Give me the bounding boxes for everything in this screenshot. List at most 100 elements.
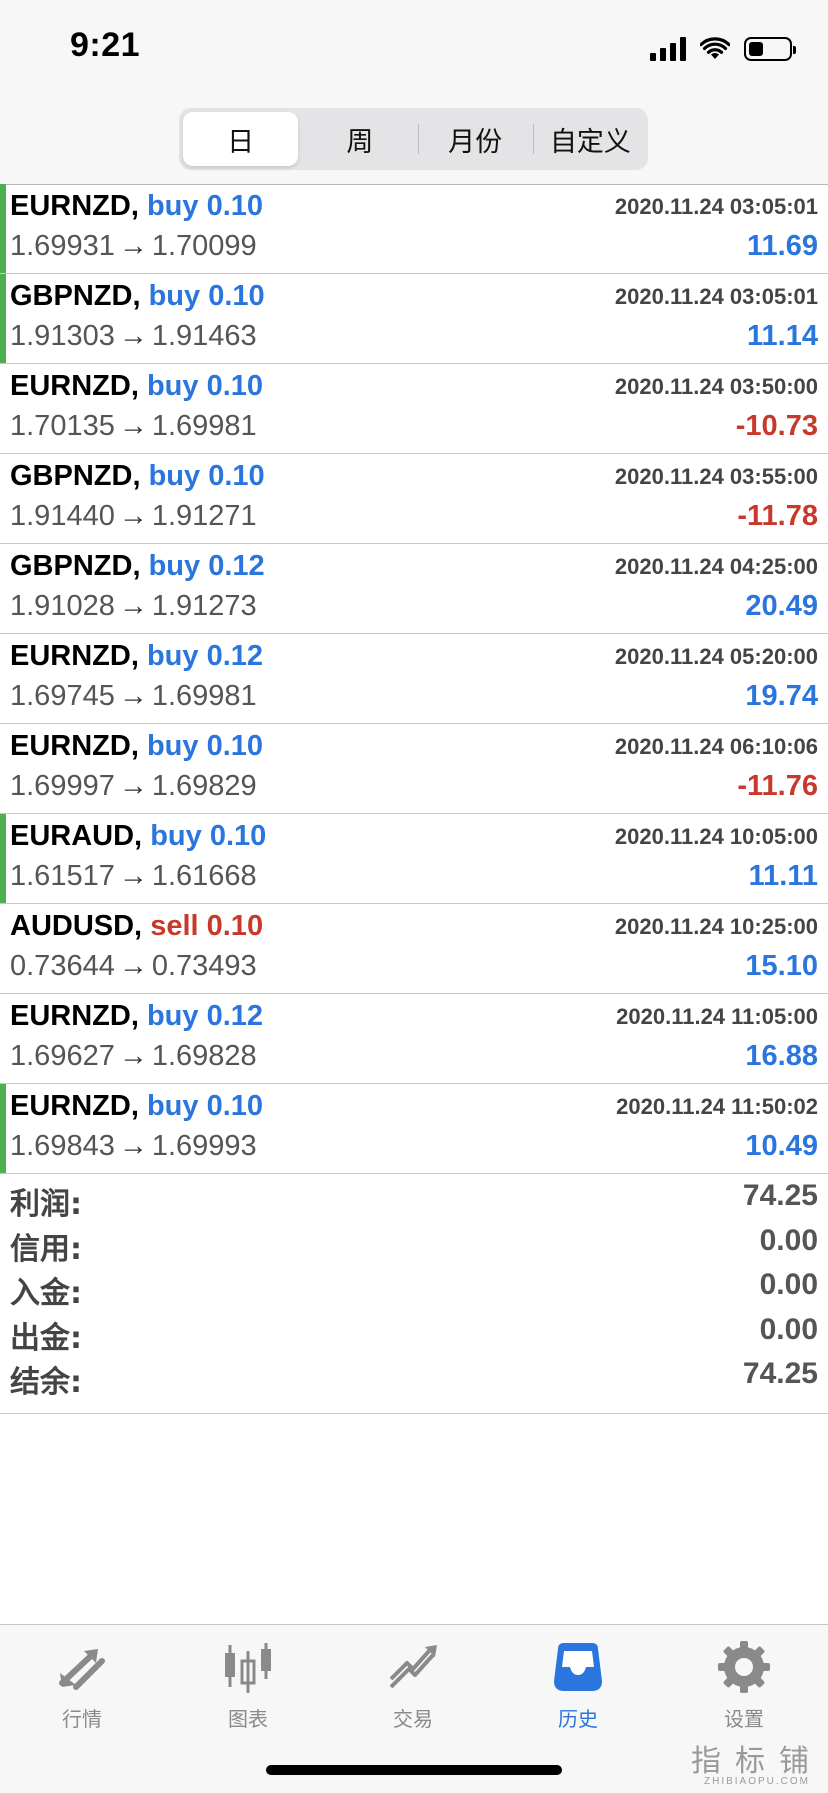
trade-title: EURNZD, buy 0.10 bbox=[10, 1090, 263, 1123]
trade-row[interactable]: GBPNZD, buy 0.10 1.91303 → 1.91463 2020.11.2… bbox=[0, 274, 828, 364]
trade-lot: 0.10 bbox=[208, 460, 265, 492]
trade-row[interactable]: EURNZD, buy 0.10 1.69931 → 1.70099 2020.11.2… bbox=[0, 184, 828, 274]
trade-side: buy bbox=[150, 820, 202, 852]
close-price: 1.91271 bbox=[151, 500, 257, 532]
trade-row[interactable]: AUDUSD, sell 0.10 0.73644 → 0.73493 2020.11.… bbox=[0, 904, 828, 994]
close-price: 1.70099 bbox=[151, 230, 257, 262]
trade-time: 2020.11.24 11:50:02 bbox=[616, 1094, 818, 1119]
trade-row[interactable]: GBPNZD, buy 0.12 1.91028 → 1.91273 2020.11.2… bbox=[0, 544, 828, 634]
trade-side: buy bbox=[148, 550, 201, 582]
summary-value: 74.25 bbox=[742, 1179, 818, 1212]
trade-row[interactable]: EURNZD, buy 0.10 1.70135 → 1.69981 2020.11.2… bbox=[0, 364, 828, 454]
open-price: 1.69997 bbox=[10, 770, 115, 802]
segment-week[interactable]: 周 bbox=[302, 108, 417, 170]
trade-profit: 16.88 bbox=[745, 1040, 818, 1072]
trade-profit: -11.78 bbox=[737, 500, 818, 532]
period-selector-bar: 日 周 月份 自定义 bbox=[0, 96, 828, 185]
summary-label: 出金: bbox=[10, 1320, 82, 1356]
summary-label: 结余: bbox=[10, 1365, 82, 1400]
segment-custom[interactable]: 自定义 bbox=[532, 108, 648, 170]
trade-symbol: GBPNZD, bbox=[10, 280, 141, 312]
summary-label: 利润: bbox=[10, 1187, 82, 1222]
trade-lot: 0.12 bbox=[208, 550, 265, 582]
arrow-right-icon: → bbox=[118, 410, 148, 442]
trade-symbol: EURNZD, bbox=[10, 1000, 139, 1032]
trade-row[interactable]: GBPNZD, buy 0.10 1.91440 → 1.91271 2020.11.2… bbox=[0, 454, 828, 544]
tab-history[interactable]: 历史 bbox=[518, 1639, 638, 1732]
tab-label: 交易 bbox=[393, 1707, 433, 1731]
segment-month[interactable]: 月份 bbox=[417, 108, 533, 170]
trade-side: buy bbox=[148, 280, 201, 312]
open-price: 1.91303 bbox=[10, 320, 115, 352]
trade-lot: 0.10 bbox=[206, 1090, 264, 1122]
trade-side: sell bbox=[150, 910, 199, 942]
close-price: 1.91273 bbox=[151, 590, 257, 622]
history-inbox-icon bbox=[554, 1643, 602, 1691]
trade-time: 2020.11.24 03:55:00 bbox=[614, 464, 818, 489]
arrow-right-icon: → bbox=[118, 950, 148, 982]
open-price: 1.69843 bbox=[10, 1130, 115, 1162]
trade-symbol: EURNZD, bbox=[10, 640, 139, 672]
tab-label: 图表 bbox=[228, 1707, 268, 1731]
trade-symbol: EURNZD, bbox=[10, 370, 139, 402]
arrow-right-icon: → bbox=[118, 1040, 148, 1072]
trade-title: EURNZD, buy 0.10 bbox=[10, 370, 263, 403]
trade-title: AUDUSD, sell 0.10 bbox=[10, 910, 263, 943]
arrow-right-icon: → bbox=[118, 500, 148, 532]
tab-label: 行情 bbox=[62, 1707, 102, 1731]
trade-row[interactable]: EURNZD, buy 0.10 1.69997 → 1.69829 2020.11.2… bbox=[0, 724, 828, 814]
summary-value: 0.00 bbox=[759, 1223, 818, 1257]
trade-side: buy bbox=[146, 1000, 199, 1032]
trade-row[interactable]: EURNZD, buy 0.12 1.69745 → 1.69981 2020.11.2… bbox=[0, 634, 828, 724]
trade-symbol: EURAUD, bbox=[10, 820, 143, 852]
arrow-right-icon: → bbox=[118, 320, 148, 352]
period-segmented-control: 日 周 月份 自定义 bbox=[179, 108, 648, 170]
trade-side: buy bbox=[146, 190, 199, 222]
trade-row[interactable]: EURNZD, buy 0.12 1.69627 → 1.69828 2020.11.2… bbox=[0, 994, 828, 1084]
trade-side: buy bbox=[146, 640, 199, 672]
open-price: 0.73644 bbox=[10, 950, 115, 982]
tab-chart[interactable]: 图表 bbox=[188, 1639, 308, 1732]
trade-profit: 11.14 bbox=[747, 320, 818, 352]
open-price: 1.70135 bbox=[10, 410, 115, 442]
trade-profit: 11.69 bbox=[747, 230, 818, 262]
close-price: 1.69828 bbox=[151, 1040, 257, 1072]
trade-title: EURNZD, buy 0.10 bbox=[10, 730, 263, 763]
summary-row-deposit: 入金: 0.00 bbox=[0, 1262, 828, 1311]
trade-time: 2020.11.24 03:05:01 bbox=[614, 194, 818, 219]
trade-lot: 0.12 bbox=[206, 640, 264, 672]
arrow-right-icon: → bbox=[118, 860, 148, 892]
cellular-signal-icon bbox=[650, 37, 686, 61]
tab-settings[interactable]: 设置 bbox=[684, 1639, 804, 1732]
trade-prices: 0.73644 → 0.73493 bbox=[10, 950, 257, 983]
summary-panel: 利润: 74.25 信用: 0.00 入金: 0.00 出金: 0.00 结余:… bbox=[0, 1173, 828, 1414]
trade-lot: 0.10 bbox=[206, 370, 264, 402]
segment-day[interactable]: 日 bbox=[183, 112, 299, 166]
tab-quotes[interactable]: 行情 bbox=[22, 1639, 142, 1732]
tab-trade[interactable]: 交易 bbox=[353, 1639, 473, 1732]
status-bar: 9:21 bbox=[0, 0, 828, 96]
trade-symbol: GBPNZD, bbox=[10, 550, 141, 582]
home-indicator[interactable] bbox=[266, 1765, 562, 1775]
trade-lot: 0.10 bbox=[208, 280, 265, 312]
candlestick-chart-icon bbox=[225, 1643, 271, 1693]
trade-lot: 0.10 bbox=[209, 820, 267, 852]
trade-title: GBPNZD, buy 0.10 bbox=[10, 460, 265, 493]
trade-row[interactable]: EURNZD, buy 0.10 1.69843 → 1.69993 2020.11.2… bbox=[0, 1084, 828, 1174]
trade-row[interactable]: EURAUD, buy 0.10 1.61517 → 1.61668 2020.11.2… bbox=[0, 814, 828, 904]
trade-symbol: GBPNZD, bbox=[10, 460, 141, 492]
close-price: 1.69981 bbox=[151, 680, 257, 712]
close-price: 1.61668 bbox=[151, 860, 257, 892]
summary-row-profit: 利润: 74.25 bbox=[0, 1173, 828, 1222]
trade-symbol: AUDUSD, bbox=[10, 910, 143, 942]
status-icons bbox=[650, 34, 796, 64]
open-price: 1.61517 bbox=[10, 860, 115, 892]
open-price: 1.69627 bbox=[10, 1040, 115, 1072]
trade-symbol: EURNZD, bbox=[10, 730, 139, 762]
close-price: 1.91463 bbox=[151, 320, 257, 352]
settings-gear-icon bbox=[718, 1641, 770, 1693]
close-price: 1.69981 bbox=[151, 410, 257, 442]
open-price: 1.91028 bbox=[10, 590, 115, 622]
trade-profit: 20.49 bbox=[745, 590, 818, 622]
summary-value: 0.00 bbox=[759, 1268, 818, 1301]
